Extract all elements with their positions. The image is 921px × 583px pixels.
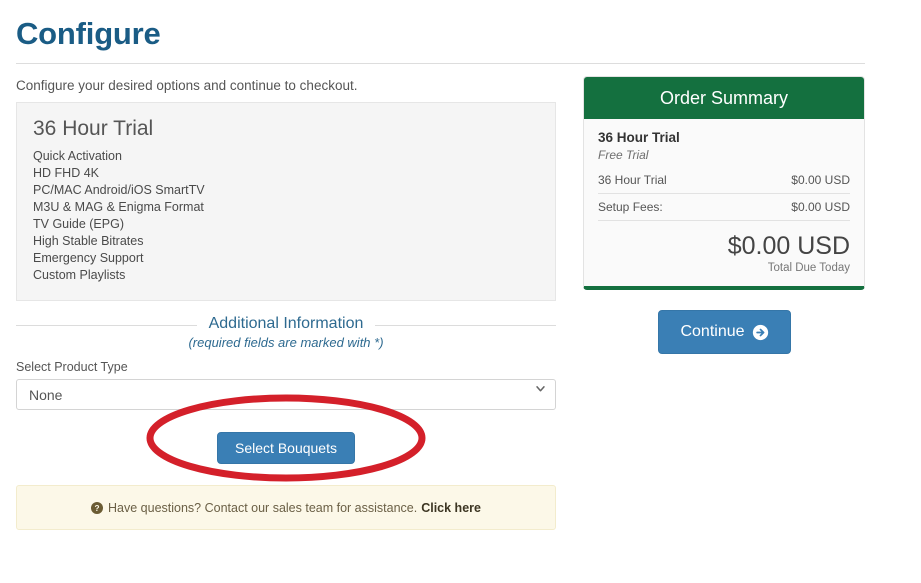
product-feature: Custom Playlists [33, 268, 126, 283]
product-feature: TV Guide (EPG) [33, 217, 124, 232]
continue-button-label: Continue [680, 323, 745, 340]
summary-line-item: 36 Hour Trial $0.00 USD [598, 167, 850, 194]
svg-text:?: ? [94, 504, 99, 513]
product-feature: Emergency Support [33, 251, 144, 266]
order-summary-body: 36 Hour Trial Free Trial 36 Hour Trial $… [584, 119, 864, 286]
product-type-select-wrapper: None [16, 374, 556, 411]
product-summary-panel: 36 Hour Trial Quick Activation HD FHD 4K… [16, 102, 556, 302]
product-feature: High Stable Bitrates [33, 234, 144, 249]
arrow-circle-right-icon [752, 324, 768, 340]
product-feature: M3U & MAG & Enigma Format [33, 200, 204, 215]
order-summary-card: Order Summary 36 Hour Trial Free Trial 3… [583, 76, 865, 290]
summary-line-label: 36 Hour Trial [598, 173, 667, 187]
configure-form-column: 36 Hour Trial Quick Activation HD FHD 4K… [16, 102, 556, 465]
product-feature: HD FHD 4K [33, 166, 99, 181]
select-bouquets-row: Select Bouquets [16, 432, 556, 465]
summary-line-amount: $0.00 USD [791, 200, 850, 214]
required-fields-note: (required fields are marked with *) [188, 335, 384, 351]
additional-information-heading: Additional Information [196, 315, 376, 334]
help-banner-text: Have questions? Contact our sales team f… [108, 500, 418, 515]
additional-information-section: Additional Information (required fields … [16, 315, 556, 465]
title-divider [16, 63, 865, 64]
product-type-label: Select Product Type [16, 360, 128, 375]
product-feature: PC/MAC Android/iOS SmartTV [33, 183, 205, 198]
sales-help-banner: ? Have questions? Contact our sales team… [16, 485, 556, 530]
summary-line-item: Setup Fees: $0.00 USD [598, 194, 850, 221]
product-name: 36 Hour Trial [33, 117, 154, 140]
help-click-here-link[interactable]: Click here [421, 501, 481, 515]
summary-billing-term: Free Trial [598, 148, 649, 162]
summary-product-name: 36 Hour Trial [598, 130, 680, 145]
summary-line-amount: $0.00 USD [791, 173, 850, 187]
summary-line-label: Setup Fees: [598, 200, 663, 214]
summary-total-amount: $0.00 USD [727, 232, 850, 260]
summary-total-label: Total Due Today [767, 262, 850, 274]
product-type-select[interactable]: None [16, 379, 556, 411]
page-subtitle: Configure your desired options and conti… [16, 78, 358, 93]
product-feature: Quick Activation [33, 149, 122, 164]
page-title: Configure [16, 16, 161, 51]
order-summary-header: Order Summary [584, 77, 864, 119]
question-circle-icon: ? [91, 501, 104, 514]
continue-button[interactable]: Continue [658, 310, 791, 354]
select-bouquets-button[interactable]: Select Bouquets [217, 432, 355, 465]
